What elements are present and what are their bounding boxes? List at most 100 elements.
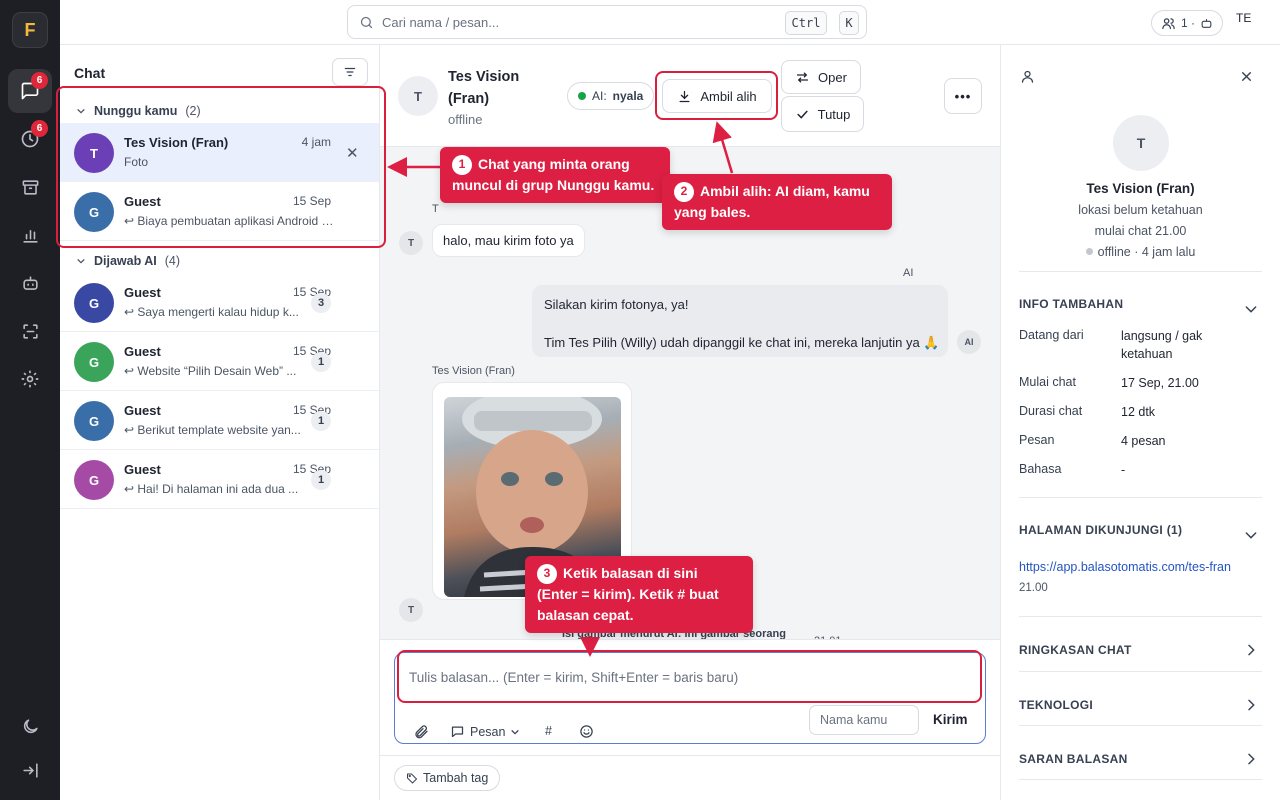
visited-page-time: 21.00 [1019,582,1048,594]
section-pages-title[interactable]: HALAMAN DIKUNJUNGI (1) [1019,523,1182,537]
message-bubble-ai: Silakan kirim fotonya, ya! Tim Tes Pilih… [532,285,948,357]
close-icon[interactable] [1240,70,1253,83]
app-logo[interactable]: F [12,12,48,48]
section-info-title[interactable]: INFO TAMBAHAN [1019,297,1123,311]
info-value: langsung / gak ketahuan [1121,329,1203,361]
section-tech-title[interactable]: TEKNOLOGI [1019,698,1093,712]
chat-item-guest-5[interactable]: G Guest 15 Sep ↩ Hai! Di halaman ini ada… [60,450,379,509]
section-suggest-title[interactable]: SARAN BALASAN [1019,752,1128,766]
contact-details-panel: T Tes Vision (Fran) lokasi belum ketahua… [1001,45,1280,800]
chat-item-tes-vision[interactable]: T Tes Vision (Fran) 4 jam Foto ✕ [60,123,379,182]
unread-count-badge: 3 [311,293,331,313]
rail-scan-button[interactable] [8,309,52,353]
rail-theme-button[interactable] [8,704,52,748]
presence-text: offline · 4 jam lalu [1097,245,1196,259]
info-key: Pesan [1019,433,1055,447]
close-chat-label: Tutup [817,106,851,122]
online-agents-pill[interactable]: 1 · [1151,10,1223,36]
rail-logout-button[interactable] [8,748,52,792]
chat-item-preview: ↩ Website “Pilih Desain Web” ... [124,364,297,378]
contact-avatar-large: T [1113,115,1169,171]
tag-bar: Tambah tag [380,755,1000,800]
reply-placeholder: Tulis balasan... (Enter = kirim, Shift+E… [409,670,739,685]
filter-button[interactable] [332,58,368,86]
chat-item-time: 4 jam [301,135,331,149]
takeover-button[interactable]: Ambil alih [662,79,772,113]
chat-item-guest-2[interactable]: G Guest 15 Sep ↩ Saya mengerti kalau hid… [60,273,379,332]
chat-item-guest-4[interactable]: G Guest 15 Sep ↩ Berikut template websit… [60,391,379,450]
chevron-down-icon[interactable] [1243,301,1259,317]
chevron-right-icon[interactable] [1243,697,1259,713]
agent-name-input[interactable]: Nama kamu [809,705,919,735]
shortcut-k-key: K [839,11,859,35]
chat-item-preview: ↩ Saya mengerti kalau hidup k... [124,305,299,319]
info-value: - [1121,463,1126,477]
info-value: 12 dtk [1121,405,1156,419]
callout-bold: Ambil alih [700,183,767,199]
reply-input[interactable]: Tulis balasan... (Enter = kirim, Shift+E… [394,652,986,744]
info-value: 4 pesan [1121,434,1166,448]
group-header-ai-answered[interactable]: Dijawab AI (4) [76,254,180,268]
rail-analytics-button[interactable] [8,213,52,257]
visited-page-link[interactable]: https://app.balasotomatis.com/tes-fran [1019,560,1231,574]
user-avatar-small: T [399,598,423,622]
chat-unread-badge: 6 [31,72,48,89]
section-summary-title[interactable]: RINGKASAN CHAT [1019,643,1132,657]
ai-status-dot [578,92,586,100]
contact-location: lokasi belum ketahuan [1078,203,1203,217]
divider [1019,271,1262,272]
attach-button[interactable] [413,724,429,740]
ai-avatar-small: AI [957,330,981,354]
callout-number: 3 [537,563,557,584]
chat-item-preview: ↩ Berikut template website yan... [124,423,301,437]
transfer-icon [796,72,809,82]
ai-state: nyala [612,89,644,103]
moon-icon [23,718,38,733]
add-tag-button[interactable]: Tambah tag [394,765,501,791]
avatar: G [74,192,114,232]
hash-icon: # [545,724,552,738]
presence-dot [1085,248,1093,255]
rail-chat-button[interactable]: 6 [8,69,52,113]
rail-bot-button[interactable] [8,261,52,305]
unread-count-badge: 1 [311,411,331,431]
emoji-button[interactable] [579,724,594,739]
search-box[interactable]: Cari nama / pesan... Ctrl K [347,5,867,39]
chat-list-title: Chat [74,65,106,81]
smile-icon [580,725,593,738]
group-count: (2) [185,104,201,118]
chevron-down-icon [511,729,519,735]
group-count: (4) [164,254,181,268]
user-initials[interactable]: TE [1236,11,1251,25]
gear-icon [21,370,39,388]
close-chat-icon[interactable]: ✕ [346,144,359,162]
chevron-right-icon[interactable] [1243,642,1259,658]
logout-icon [22,762,38,778]
close-chat-button[interactable]: Tutup [781,96,864,132]
chevron-right-icon[interactable] [1243,751,1259,767]
chat-item-guest-3[interactable]: G Guest 15 Sep ↩ Website “Pilih Desain W… [60,332,379,391]
more-options-button[interactable]: ••• [944,78,982,114]
chevron-down-icon [77,109,85,114]
transfer-button[interactable]: Oper [781,60,861,94]
message-template-menu[interactable]: Pesan [450,724,520,739]
message-sender: T [432,203,439,215]
chat-item-guest-1[interactable]: G Guest 15 Sep ↩ Biaya pembuatan aplikas… [60,182,379,241]
transfer-label: Oper [818,69,847,85]
chevron-down-icon[interactable] [1243,527,1259,543]
callout-text: Chat yang minta orang muncul di grup Nun… [452,156,655,193]
contact-avatar: T [398,76,438,116]
contact-name: Tes Vision (Fran) [448,69,520,107]
message-sender: Tes Vision (Fran) [432,365,515,377]
quick-reply-button[interactable]: # [545,724,552,738]
chat-item-name: Guest [124,285,161,300]
tag-icon [407,773,417,784]
rail-history-button[interactable]: 6 [8,117,52,161]
rail-settings-button[interactable] [8,357,52,401]
chat-item-preview: Foto [124,155,149,169]
group-header-waiting[interactable]: Nunggu kamu (2) [76,104,201,118]
send-button[interactable]: Kirim [933,712,968,727]
ai-status-toggle[interactable]: AI: nyala [567,82,655,110]
rail-archive-button[interactable] [8,165,52,209]
robot-icon [22,275,38,290]
